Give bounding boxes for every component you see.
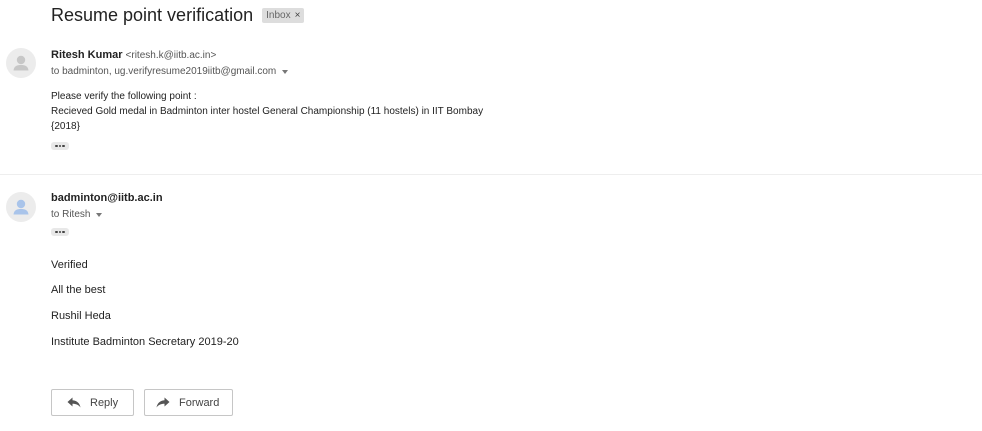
sender-name: badminton@iitb.ac.in	[51, 192, 163, 204]
body-line: Institute Badminton Secretary 2019-20	[51, 336, 239, 348]
body-line: Recieved Gold medal in Badminton inter h…	[51, 106, 484, 117]
show-trimmed-content-button[interactable]	[51, 142, 69, 150]
body-line: All the best	[51, 284, 106, 296]
forward-label: Forward	[179, 396, 220, 409]
close-icon[interactable]: ×	[295, 10, 301, 21]
more-dots-icon	[55, 144, 58, 148]
message1-body: Please verify the following point : Reci…	[51, 89, 483, 134]
forward-button[interactable]: Forward	[144, 389, 233, 416]
email-subject: Resume point verification	[51, 4, 254, 25]
reply-button[interactable]: Reply	[51, 389, 134, 416]
inbox-label-text: Inbox	[266, 9, 291, 21]
forward-icon	[156, 397, 170, 408]
message2-sender[interactable]: badminton@iitb.ac.in	[51, 192, 163, 204]
message-divider	[0, 174, 982, 175]
body-line: {2018}	[51, 121, 80, 132]
body-line: Rushil Heda	[51, 310, 111, 322]
sender-email: <ritesh.k@iitb.ac.in>	[125, 50, 217, 61]
person-icon	[13, 55, 29, 71]
more-dots-icon	[55, 230, 58, 234]
recipients-text: to badminton, ug.verifyresume2019iitb@gm…	[51, 66, 277, 77]
sender-avatar	[6, 48, 36, 78]
show-trimmed-content-button[interactable]	[51, 228, 69, 236]
recipients-text: to Ritesh	[51, 209, 91, 220]
sender-name: Ritesh Kumar	[51, 49, 123, 61]
person-icon	[13, 199, 29, 215]
reply-label: Reply	[90, 396, 119, 409]
message2-recipients: to Ritesh	[51, 209, 103, 220]
inbox-label-chip[interactable]: Inbox ×	[262, 7, 305, 23]
subject-row: Resume point verification Inbox ×	[51, 4, 305, 26]
message1-sender[interactable]: Ritesh Kumar <ritesh.k@iitb.ac.in>	[51, 49, 216, 61]
body-line: Verified	[51, 259, 88, 271]
sender-avatar	[6, 192, 36, 222]
message1-recipients: to badminton, ug.verifyresume2019iitb@gm…	[51, 66, 289, 77]
body-line: Please verify the following point :	[51, 91, 197, 102]
reply-icon	[67, 397, 81, 408]
caret-down-icon[interactable]	[96, 212, 103, 217]
caret-down-icon[interactable]	[282, 69, 289, 74]
